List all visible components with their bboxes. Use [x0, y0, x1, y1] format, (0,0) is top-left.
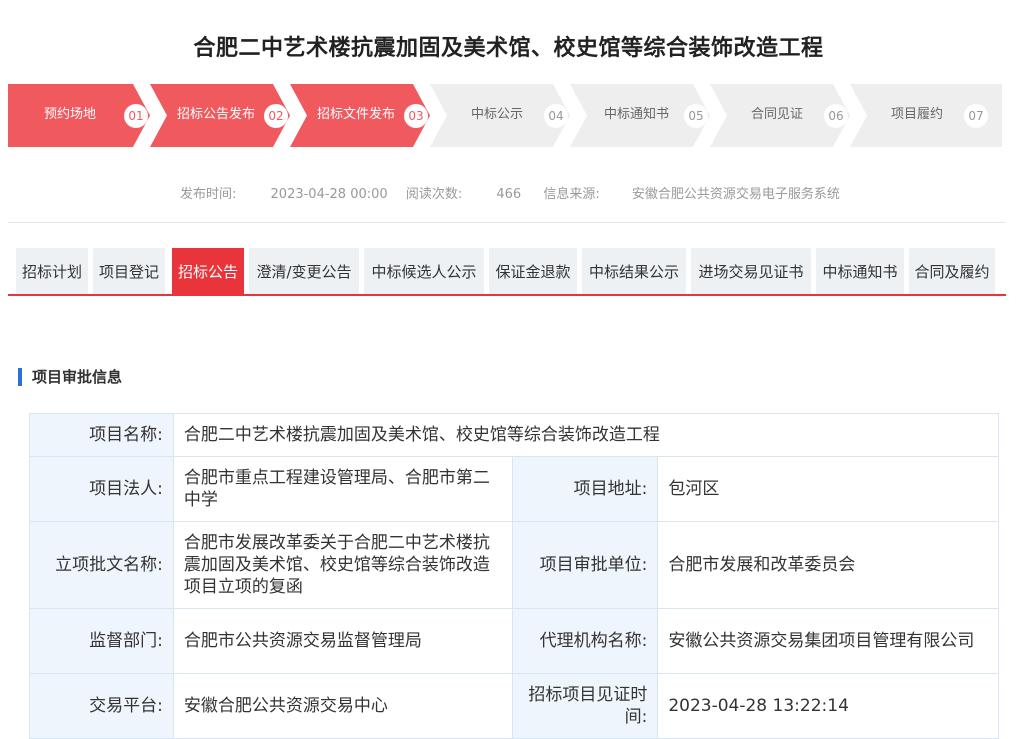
step-number-1: 01	[124, 104, 148, 128]
project-name-label: 项目名称:	[29, 413, 174, 457]
tab-award-result[interactable]: 中标结果公示	[582, 248, 686, 294]
witness-time-value: 2023-04-28 13:22:14	[657, 673, 999, 739]
section-title: 项目审批信息	[18, 368, 122, 386]
tab-contract-performance[interactable]: 合同及履约	[909, 248, 995, 294]
step-number-4: 04	[544, 104, 568, 128]
table-row: 项目法人: 合肥市重点工程建设管理局、合肥市第二中学 项目地址: 包河区	[29, 456, 999, 522]
tab-candidate-notice[interactable]: 中标候选人公示	[364, 248, 484, 294]
platform-label: 交易平台:	[29, 673, 174, 739]
tab-transaction-certificate[interactable]: 进场交易见证书	[691, 248, 811, 294]
legal-person-value: 合肥市重点工程建设管理局、合肥市第二中学	[172, 456, 514, 522]
legal-person-label: 项目法人:	[29, 456, 174, 522]
platform-value: 安徽合肥公共资源交易中心	[172, 673, 514, 739]
project-name-value: 合肥二中艺术楼抗震加固及美术馆、校史馆等综合装饰改造工程	[172, 413, 1000, 457]
step-label-3[interactable]: 招标文件发布	[317, 84, 395, 147]
project-address-label: 项目地址:	[512, 456, 659, 522]
step-label-4[interactable]: 中标公示	[471, 84, 523, 147]
divider	[8, 222, 1006, 223]
project-address-value: 包河区	[657, 456, 999, 522]
table-row: 交易平台: 安徽合肥公共资源交易中心 招标项目见证时间: 2023-04-28 …	[29, 673, 999, 739]
tab-bid-announcement[interactable]: 招标公告	[172, 248, 244, 294]
approval-doc-value: 合肥市发展改革委关于合肥二中艺术楼抗震加固及美术馆、校史馆等综合装饰改造项目立项…	[172, 521, 514, 609]
step-label-1[interactable]: 预约场地	[44, 84, 96, 147]
tab-project-registration[interactable]: 项目登记	[93, 248, 165, 294]
step-number-2: 02	[264, 104, 288, 128]
meta-info: 发布时间: 2023-04-28 00:00 阅读次数: 466 信息来源: 安…	[180, 183, 846, 202]
step-number-5: 05	[684, 104, 708, 128]
tab-award-notice[interactable]: 中标通知书	[816, 248, 904, 294]
step-number-3: 03	[404, 104, 428, 128]
table-row: 立项批文名称: 合肥市发展改革委关于合肥二中艺术楼抗震加固及美术馆、校史馆等综合…	[29, 521, 999, 609]
tab-clarification[interactable]: 澄清/变更公告	[249, 248, 359, 294]
tab-underline	[8, 294, 1006, 296]
publish-time-value: 2023-04-28 00:00	[270, 187, 388, 202]
tab-bid-plan[interactable]: 招标计划	[16, 248, 88, 294]
project-info-table: 项目名称: 合肥二中艺术楼抗震加固及美术馆、校史馆等综合装饰改造工程 项目法人:…	[29, 413, 1000, 739]
witness-time-label: 招标项目见证时间:	[512, 673, 659, 739]
page-title: 合肥二中艺术楼抗震加固及美术馆、校史馆等综合装饰改造工程	[193, 36, 824, 61]
views-value: 466	[496, 187, 522, 202]
approval-doc-label: 立项批文名称:	[29, 521, 174, 609]
supervisor-label: 监督部门:	[29, 608, 174, 674]
approval-unit-value: 合肥市发展和改革委员会	[657, 521, 999, 609]
step-label-6[interactable]: 合同见证	[751, 84, 803, 147]
source-value: 安徽合肥公共资源交易电子服务系统	[631, 187, 840, 202]
step-number-6: 06	[824, 104, 848, 128]
approval-unit-label: 项目审批单位:	[512, 521, 659, 609]
tab-deposit-refund[interactable]: 保证金退款	[489, 248, 577, 294]
source-label: 信息来源:	[543, 187, 600, 202]
supervisor-value: 合肥市公共资源交易监督管理局	[172, 608, 514, 674]
views-label: 阅读次数:	[405, 187, 463, 202]
publish-time-label: 发布时间:	[180, 187, 237, 202]
agency-value: 安徽公共资源交易集团项目管理有限公司	[657, 608, 999, 674]
step-label-7[interactable]: 项目履约	[891, 84, 943, 147]
table-row: 项目名称: 合肥二中艺术楼抗震加固及美术馆、校史馆等综合装饰改造工程	[29, 413, 1000, 457]
agency-label: 代理机构名称:	[512, 608, 659, 674]
step-number-7: 07	[964, 104, 988, 128]
step-label-5[interactable]: 中标通知书	[604, 84, 669, 147]
step-label-2[interactable]: 招标公告发布	[177, 84, 255, 147]
table-row: 监督部门: 合肥市公共资源交易监督管理局 代理机构名称: 安徽公共资源交易集团项…	[29, 608, 999, 674]
progress-steps: 预约场地 01 招标公告发布 02 招标文件发布 03 中标公示 04 中标通知…	[8, 84, 1002, 147]
